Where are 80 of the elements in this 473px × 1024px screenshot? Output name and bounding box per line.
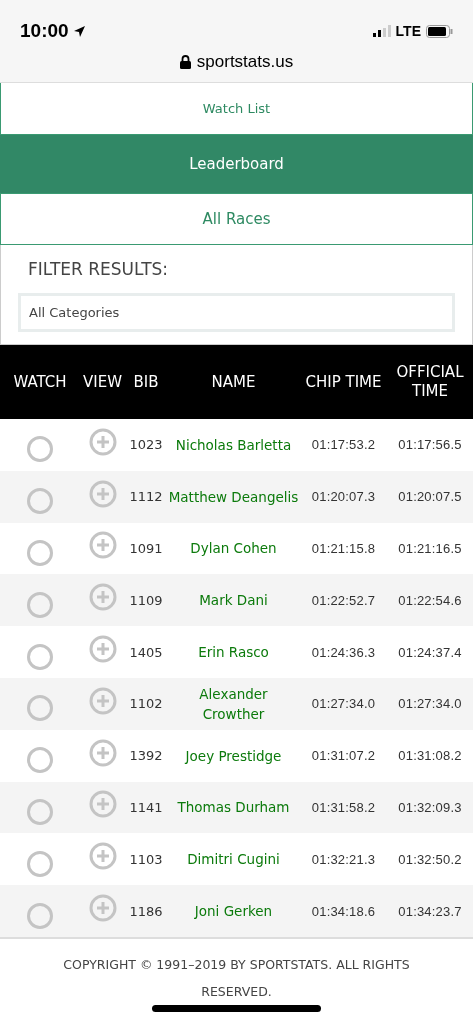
chip-time-cell: 01:22:52.7 bbox=[300, 574, 387, 627]
name-link[interactable]: Alexander Crowther bbox=[167, 678, 300, 730]
location-arrow-icon bbox=[72, 24, 86, 38]
url-text[interactable]: sportstats.us bbox=[196, 52, 294, 72]
name-link[interactable]: Dimitri Cugini bbox=[167, 833, 300, 886]
official-time-cell: 01:17:56.5 bbox=[387, 419, 473, 471]
bib-cell: 1186 bbox=[125, 885, 167, 938]
plus-icon[interactable] bbox=[88, 686, 117, 715]
bib-cell: 1141 bbox=[125, 781, 167, 834]
filter-title: FILTER RESULTS: bbox=[28, 259, 170, 279]
category-select[interactable]: All Categories bbox=[18, 293, 455, 332]
plus-icon[interactable] bbox=[88, 738, 117, 767]
menu-item[interactable]: All Races bbox=[0, 193, 473, 245]
official-time-cell: 01:22:54.6 bbox=[387, 574, 473, 627]
name-link[interactable]: Erin Rasco bbox=[167, 626, 300, 678]
watch-checkbox[interactable] bbox=[27, 488, 53, 515]
bib-cell: 1091 bbox=[125, 522, 167, 575]
watch-checkbox[interactable] bbox=[27, 902, 53, 929]
clock-time: 10:00 bbox=[20, 20, 69, 42]
watch-checkbox[interactable] bbox=[27, 591, 53, 618]
plus-icon[interactable] bbox=[88, 894, 117, 923]
plus-icon[interactable] bbox=[88, 635, 117, 664]
bib-cell: 1103 bbox=[125, 833, 167, 886]
official-time-cell: 01:21:16.5 bbox=[387, 522, 473, 575]
name-link[interactable]: Joey Prestidge bbox=[167, 729, 300, 782]
chip-time-cell: 01:21:15.8 bbox=[300, 522, 387, 575]
official-time-cell: 01:27:34.0 bbox=[387, 678, 473, 730]
plus-icon[interactable] bbox=[88, 583, 117, 612]
menu-item[interactable]: Watch List bbox=[0, 83, 473, 135]
bib-cell: 1102 bbox=[125, 678, 167, 730]
watch-checkbox[interactable] bbox=[27, 747, 53, 774]
name-link[interactable]: Matthew Deangelis bbox=[167, 470, 300, 523]
watch-checkbox[interactable] bbox=[27, 850, 53, 877]
chip-time-cell: 01:31:07.2 bbox=[300, 729, 387, 782]
official-time-cell: 01:24:37.4 bbox=[387, 626, 473, 678]
column-header: NAME bbox=[167, 345, 300, 419]
copyright-text: COPYRIGHT © 1991–2019 BY SPORTSTATS. ALL RIGHTS RESERVED. bbox=[62, 955, 411, 1001]
name-link[interactable]: Thomas Durham bbox=[167, 781, 300, 834]
bib-cell: 1405 bbox=[125, 626, 167, 678]
name-link[interactable]: Nicholas Barletta bbox=[167, 419, 300, 471]
menu-item[interactable]: Leaderboard bbox=[0, 135, 473, 193]
bib-cell: 1392 bbox=[125, 729, 167, 782]
column-header: BIB bbox=[125, 345, 167, 419]
chip-time-cell: 01:34:18.6 bbox=[300, 885, 387, 938]
name-link[interactable]: Dylan Cohen bbox=[167, 522, 300, 575]
plus-icon[interactable] bbox=[88, 531, 117, 560]
bib-cell: 1109 bbox=[125, 574, 167, 627]
official-time-cell: 01:34:23.7 bbox=[387, 885, 473, 938]
official-time-cell: 01:20:07.5 bbox=[387, 470, 473, 523]
home-indicator[interactable] bbox=[152, 1005, 321, 1012]
signal-icon bbox=[372, 25, 391, 37]
watch-checkbox[interactable] bbox=[27, 540, 53, 566]
plus-icon[interactable] bbox=[88, 427, 117, 456]
watch-checkbox[interactable] bbox=[27, 798, 53, 825]
chip-time-cell: 01:32:21.3 bbox=[300, 833, 387, 886]
plus-icon[interactable] bbox=[88, 790, 117, 819]
bib-cell: 1023 bbox=[125, 419, 167, 471]
column-header: VIEW bbox=[80, 345, 125, 419]
chip-time-cell: 01:20:07.3 bbox=[300, 470, 387, 523]
column-header: OFFICIAL TIME bbox=[387, 345, 473, 419]
official-time-cell: 01:32:09.3 bbox=[387, 781, 473, 834]
plus-icon[interactable] bbox=[88, 842, 117, 871]
watch-checkbox[interactable] bbox=[27, 695, 53, 722]
plus-icon[interactable] bbox=[88, 479, 117, 508]
name-link[interactable]: Joni Gerken bbox=[167, 885, 300, 938]
chip-time-cell: 01:31:58.2 bbox=[300, 781, 387, 834]
watch-checkbox[interactable] bbox=[27, 643, 53, 670]
network-label: LTE bbox=[395, 23, 421, 39]
chip-time-cell: 01:27:34.0 bbox=[300, 678, 387, 730]
bib-cell: 1112 bbox=[125, 470, 167, 523]
battery-icon bbox=[426, 24, 453, 38]
lock-icon bbox=[179, 55, 191, 69]
watch-checkbox[interactable] bbox=[27, 436, 53, 463]
chip-time-cell: 01:24:36.3 bbox=[300, 626, 387, 678]
chip-time-cell: 01:17:53.2 bbox=[300, 419, 387, 471]
column-header: WATCH bbox=[0, 345, 80, 419]
official-time-cell: 01:32:50.2 bbox=[387, 833, 473, 886]
official-time-cell: 01:31:08.2 bbox=[387, 729, 473, 782]
column-header: CHIP TIME bbox=[300, 345, 387, 419]
name-link[interactable]: Mark Dani bbox=[167, 574, 300, 627]
